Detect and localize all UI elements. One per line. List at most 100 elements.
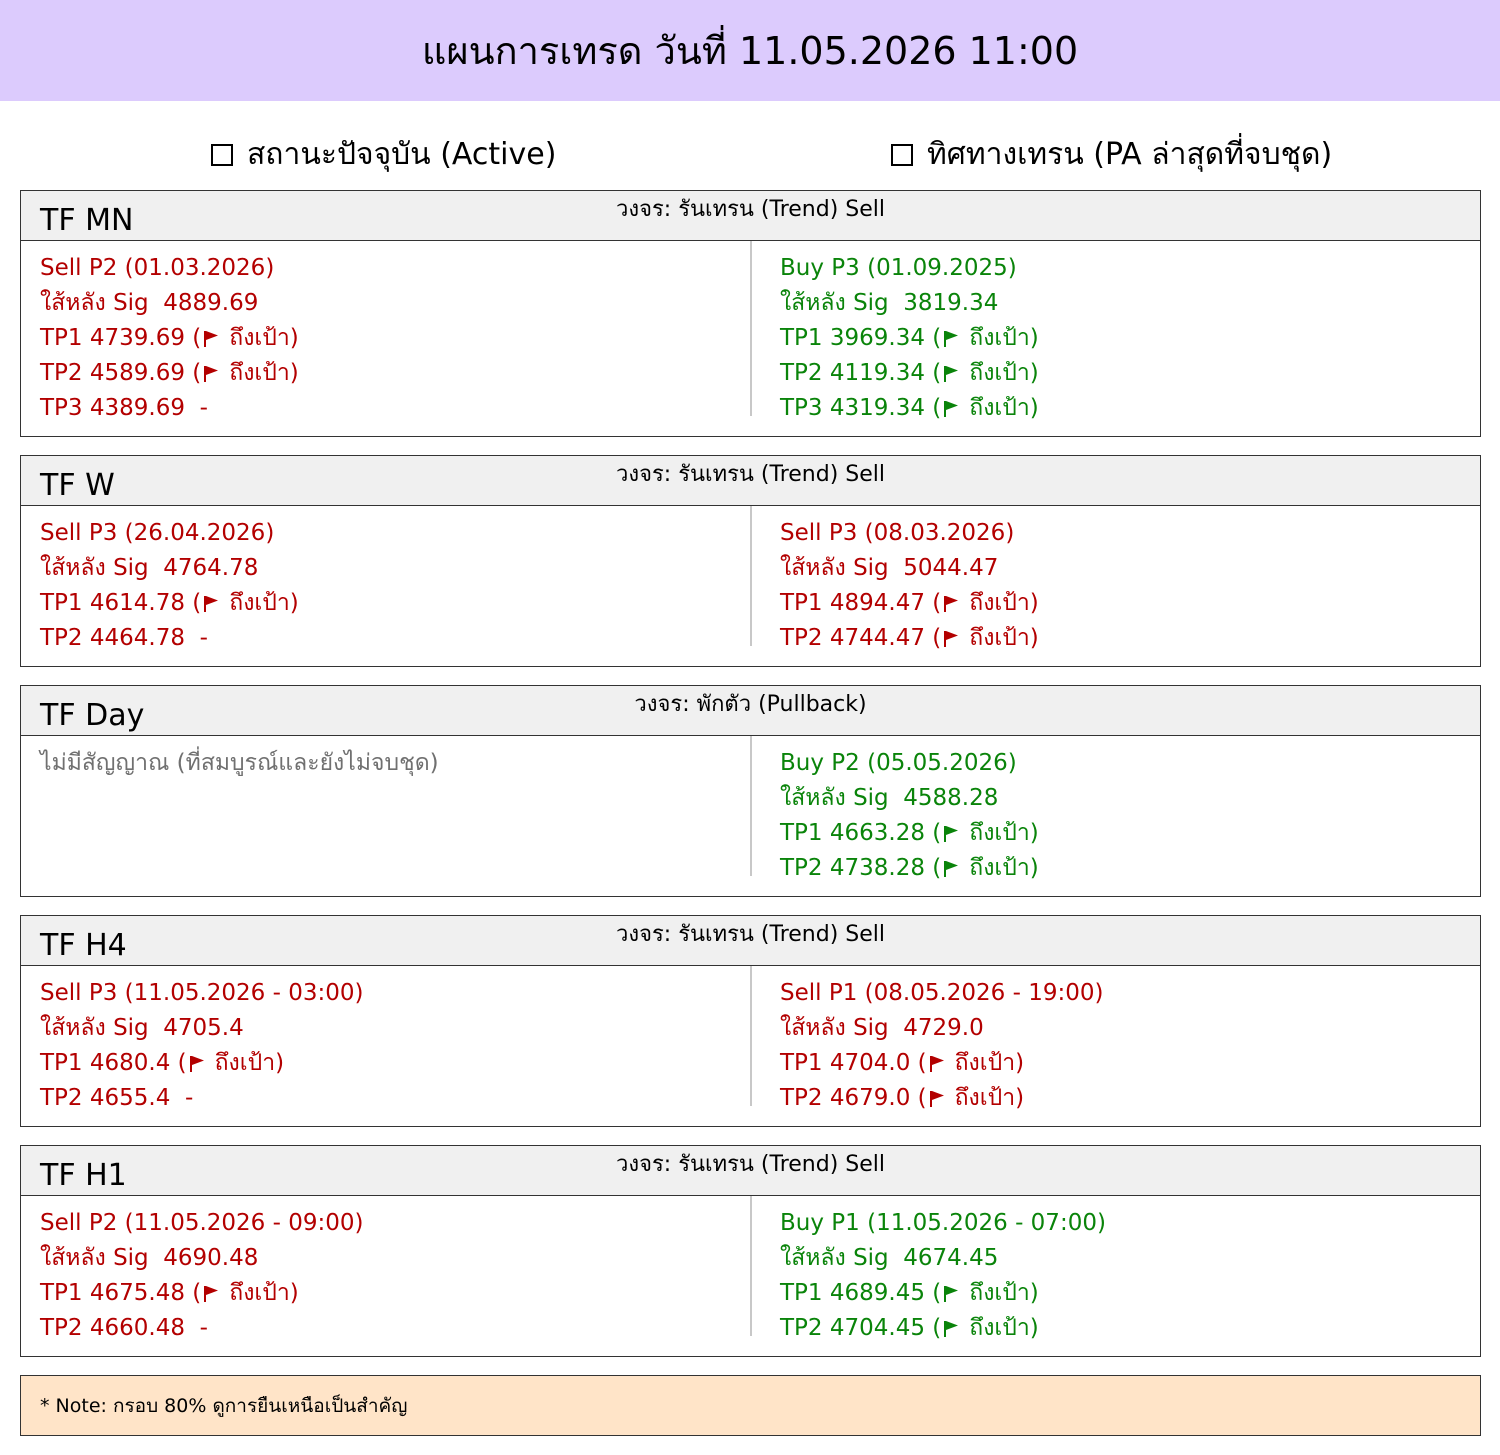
panel-body: Sell P2 (11.05.2026 - 09:00) ใส้หลัง Sig …: [21, 1196, 1480, 1356]
signal-text: Sell P3 (08.03.2026): [780, 520, 1015, 546]
target-status-text: ถึงเป้า): [969, 855, 1039, 881]
signal-line: TP1 4689.45 ( ถึงเป้า): [780, 1276, 1106, 1311]
signal-line: ใส้หลัง Sig 3819.34: [780, 286, 1039, 321]
signal-line: TP1 3969.34 (ถึงเป้า): [780, 321, 1039, 356]
page-header: แผนการเทรด วันที่ 11.05.2026 11:00: [0, 0, 1500, 101]
signal-line: ใส้หลัง Sig 4588.28: [780, 781, 1039, 816]
signal-line: Buy P2 (05.05.2026): [780, 746, 1039, 781]
active-status-column: ไม่มีสัญญาณ (ที่สมบูรณ์และยังไม่จบชุด): [40, 746, 439, 781]
cycle-label: วงจร: รันเทรน (Trend) Sell: [615, 922, 886, 947]
signal-line: Sell P2 (01.03.2026): [40, 251, 299, 286]
flag-icon: [929, 1090, 944, 1107]
panel-header: TF W วงจร: รันเทรน (Trend) Sell: [21, 456, 1480, 506]
signal-line: Sell P3 (08.03.2026): [780, 516, 1039, 551]
signal-text: Buy P2 (05.05.2026): [780, 750, 1017, 776]
target-status-text: ถึงเป้า): [969, 395, 1039, 421]
flag-icon: [944, 595, 959, 612]
trend-direction-column: Buy P3 (01.09.2025) ใส้หลัง Sig 3819.34 TP…: [780, 251, 1039, 426]
page-title: แผนการเทรด วันที่ 11.05.2026 11:00: [421, 29, 1079, 73]
target-status-text: ถึงเป้า): [229, 1280, 299, 1306]
target-status-text: ถึงเป้า): [229, 360, 299, 386]
panel-header: TF Day วงจร: พักตัว (Pullback): [21, 686, 1480, 736]
signal-text: TP1 3969.34 (: [780, 325, 942, 351]
signal-text: TP2 4464.78 -: [40, 625, 208, 651]
signal-line: TP2 4679.0 (ถึงเป้า): [780, 1081, 1104, 1116]
signal-text: Sell P1 (08.05.2026 - 19:00): [780, 980, 1104, 1006]
flag-icon: [944, 330, 959, 347]
signal-text: TP1 4663.28 (: [780, 820, 942, 846]
signal-line: Buy P3 (01.09.2025): [780, 251, 1039, 286]
note-text: * Note: กรอบ 80% ดูการยืนเหนือเป็นสำคัญ: [40, 1394, 408, 1417]
panel-header: TF H1 วงจร: รันเทรน (Trend) Sell: [21, 1146, 1480, 1196]
signal-text: TP3 4319.34 (: [780, 395, 942, 421]
signal-text: ไม่มีสัญญาณ (ที่สมบูรณ์และยังไม่จบชุด): [40, 750, 439, 776]
signal-text: TP2 4119.34 (: [780, 360, 942, 386]
target-status-text: ถึงเป้า): [229, 590, 299, 616]
flag-icon: [944, 825, 959, 842]
target-status-text: ถึงเป้า): [969, 1280, 1039, 1306]
signal-text: ใส้หลัง Sig 4588.28: [780, 785, 999, 811]
flag-icon: [944, 1320, 959, 1337]
cycle-label: วงจร: รันเทรน (Trend) Sell: [615, 197, 886, 222]
panel-body: Sell P2 (01.03.2026) ใส้หลัง Sig 4889.69 T…: [21, 241, 1480, 436]
legend: สถานะปัจจุบัน (Active) ทิศทางเทรน (PA ล่…: [0, 131, 1500, 175]
signal-text: TP1 4689.45 (: [780, 1280, 942, 1306]
active-status-column: Sell P3 (11.05.2026 - 03:00) ใส้หลัง Sig …: [40, 976, 364, 1116]
flag-icon: [944, 400, 959, 417]
cycle-label: วงจร: รันเทรน (Trend) Sell: [615, 1152, 886, 1177]
flag-icon: [944, 365, 959, 382]
legend-trend-label: ทิศทางเทรน (PA ล่าสุดที่จบชุด): [927, 137, 1333, 172]
signal-line: ใส้หลัง Sig 4729.0: [780, 1011, 1104, 1046]
signal-text: ใส้หลัง Sig 3819.34: [780, 290, 999, 316]
signal-text: TP3 4389.69 -: [40, 395, 208, 421]
panel-body: Sell P3 (26.04.2026) ใส้หลัง Sig 4764.78 T…: [21, 506, 1480, 666]
signal-line: Sell P2 (11.05.2026 - 09:00): [40, 1206, 364, 1241]
signal-text: ใส้หลัง Sig 5044.47: [780, 555, 999, 581]
signal-line: TP2 4655.4 -: [40, 1081, 364, 1116]
flag-icon: [189, 1055, 204, 1072]
signal-text: Buy P1 (11.05.2026 - 07:00): [780, 1210, 1106, 1236]
flag-icon: [944, 630, 959, 647]
signal-text: TP2 4655.4 -: [40, 1085, 194, 1111]
timeframe-panel: TF MN วงจร: รันเทรน (Trend) Sell Sell P2 (…: [20, 190, 1481, 437]
timeframe-panel: TF Day วงจร: พักตัว (Pullback) ไม่มีสัญญาณ…: [20, 685, 1481, 897]
signal-text: ใส้หลัง Sig 4690.48: [40, 1245, 259, 1271]
signal-line: ใส้หลัง Sig 4705.4: [40, 1011, 364, 1046]
signal-text: ใส้หลัง Sig 4729.0: [780, 1015, 984, 1041]
note-box: * Note: กรอบ 80% ดูการยืนเหนือเป็นสำคัญ: [20, 1375, 1481, 1436]
panel-body: Sell P3 (11.05.2026 - 03:00) ใส้หลัง Sig …: [21, 966, 1480, 1126]
signal-line: TP1 4675.48 (ถึงเป้า): [40, 1276, 364, 1311]
panel-header: TF H4 วงจร: รันเทรน (Trend) Sell: [21, 916, 1480, 966]
signal-text: ใส้หลัง Sig 4705.4: [40, 1015, 244, 1041]
signal-line: ใส้หลัง Sig 4690.48: [40, 1241, 364, 1276]
flag-icon: [929, 1055, 944, 1072]
signal-text: Sell P3 (11.05.2026 - 03:00): [40, 980, 364, 1006]
trend-direction-column: Buy P2 (05.05.2026) ใส้หลัง Sig 4588.28 TP…: [780, 746, 1039, 886]
signal-line: Buy P1 (11.05.2026 - 07:00): [780, 1206, 1106, 1241]
signal-text: Buy P3 (01.09.2025): [780, 255, 1017, 281]
target-status-text: ถึงเป้า): [954, 1050, 1025, 1076]
cycle-label: วงจร: รันเทรน (Trend) Sell: [615, 462, 886, 487]
target-status-text: ถึงเป้า): [969, 590, 1039, 616]
legend-active-label: สถานะปัจจุบัน (Active): [247, 137, 557, 172]
timeframe-panel: TF H1 วงจร: รันเทรน (Trend) Sell Sell P2 (…: [20, 1145, 1481, 1357]
target-status-text: ถึงเป้า): [969, 820, 1039, 846]
signal-line: TP2 4738.28 ( ถึงเป้า): [780, 851, 1039, 886]
column-divider: [750, 966, 752, 1106]
signal-line: Sell P3 (26.04.2026): [40, 516, 299, 551]
signal-line: TP3 4389.69 -: [40, 391, 299, 426]
signal-line: TP2 4119.34 (ถึงเป้า): [780, 356, 1039, 391]
legend-trend: ทิศทางเทรน (PA ล่าสุดที่จบชุด): [891, 131, 1332, 178]
trend-direction-column: Buy P1 (11.05.2026 - 07:00) ใส้หลัง Sig 4…: [780, 1206, 1106, 1346]
active-status-column: Sell P3 (26.04.2026) ใส้หลัง Sig 4764.78 T…: [40, 516, 299, 656]
signal-text: TP2 4738.28 (: [780, 855, 942, 881]
signal-line: ใส้หลัง Sig 4764.78: [40, 551, 299, 586]
signal-line: TP1 4894.47 ( ถึงเป้า): [780, 586, 1039, 621]
signal-line: ใส้หลัง Sig 4674.45: [780, 1241, 1106, 1276]
timeframe-panel: TF W วงจร: รันเทรน (Trend) Sell Sell P3 (2…: [20, 455, 1481, 667]
signal-text: TP1 4894.47 (: [780, 590, 942, 616]
timeframe-panel: TF H4 วงจร: รันเทรน (Trend) Sell Sell P3 (…: [20, 915, 1481, 1127]
signal-text: Sell P2 (11.05.2026 - 09:00): [40, 1210, 364, 1236]
flag-icon: [204, 1285, 219, 1302]
signal-line: Sell P3 (11.05.2026 - 03:00): [40, 976, 364, 1011]
